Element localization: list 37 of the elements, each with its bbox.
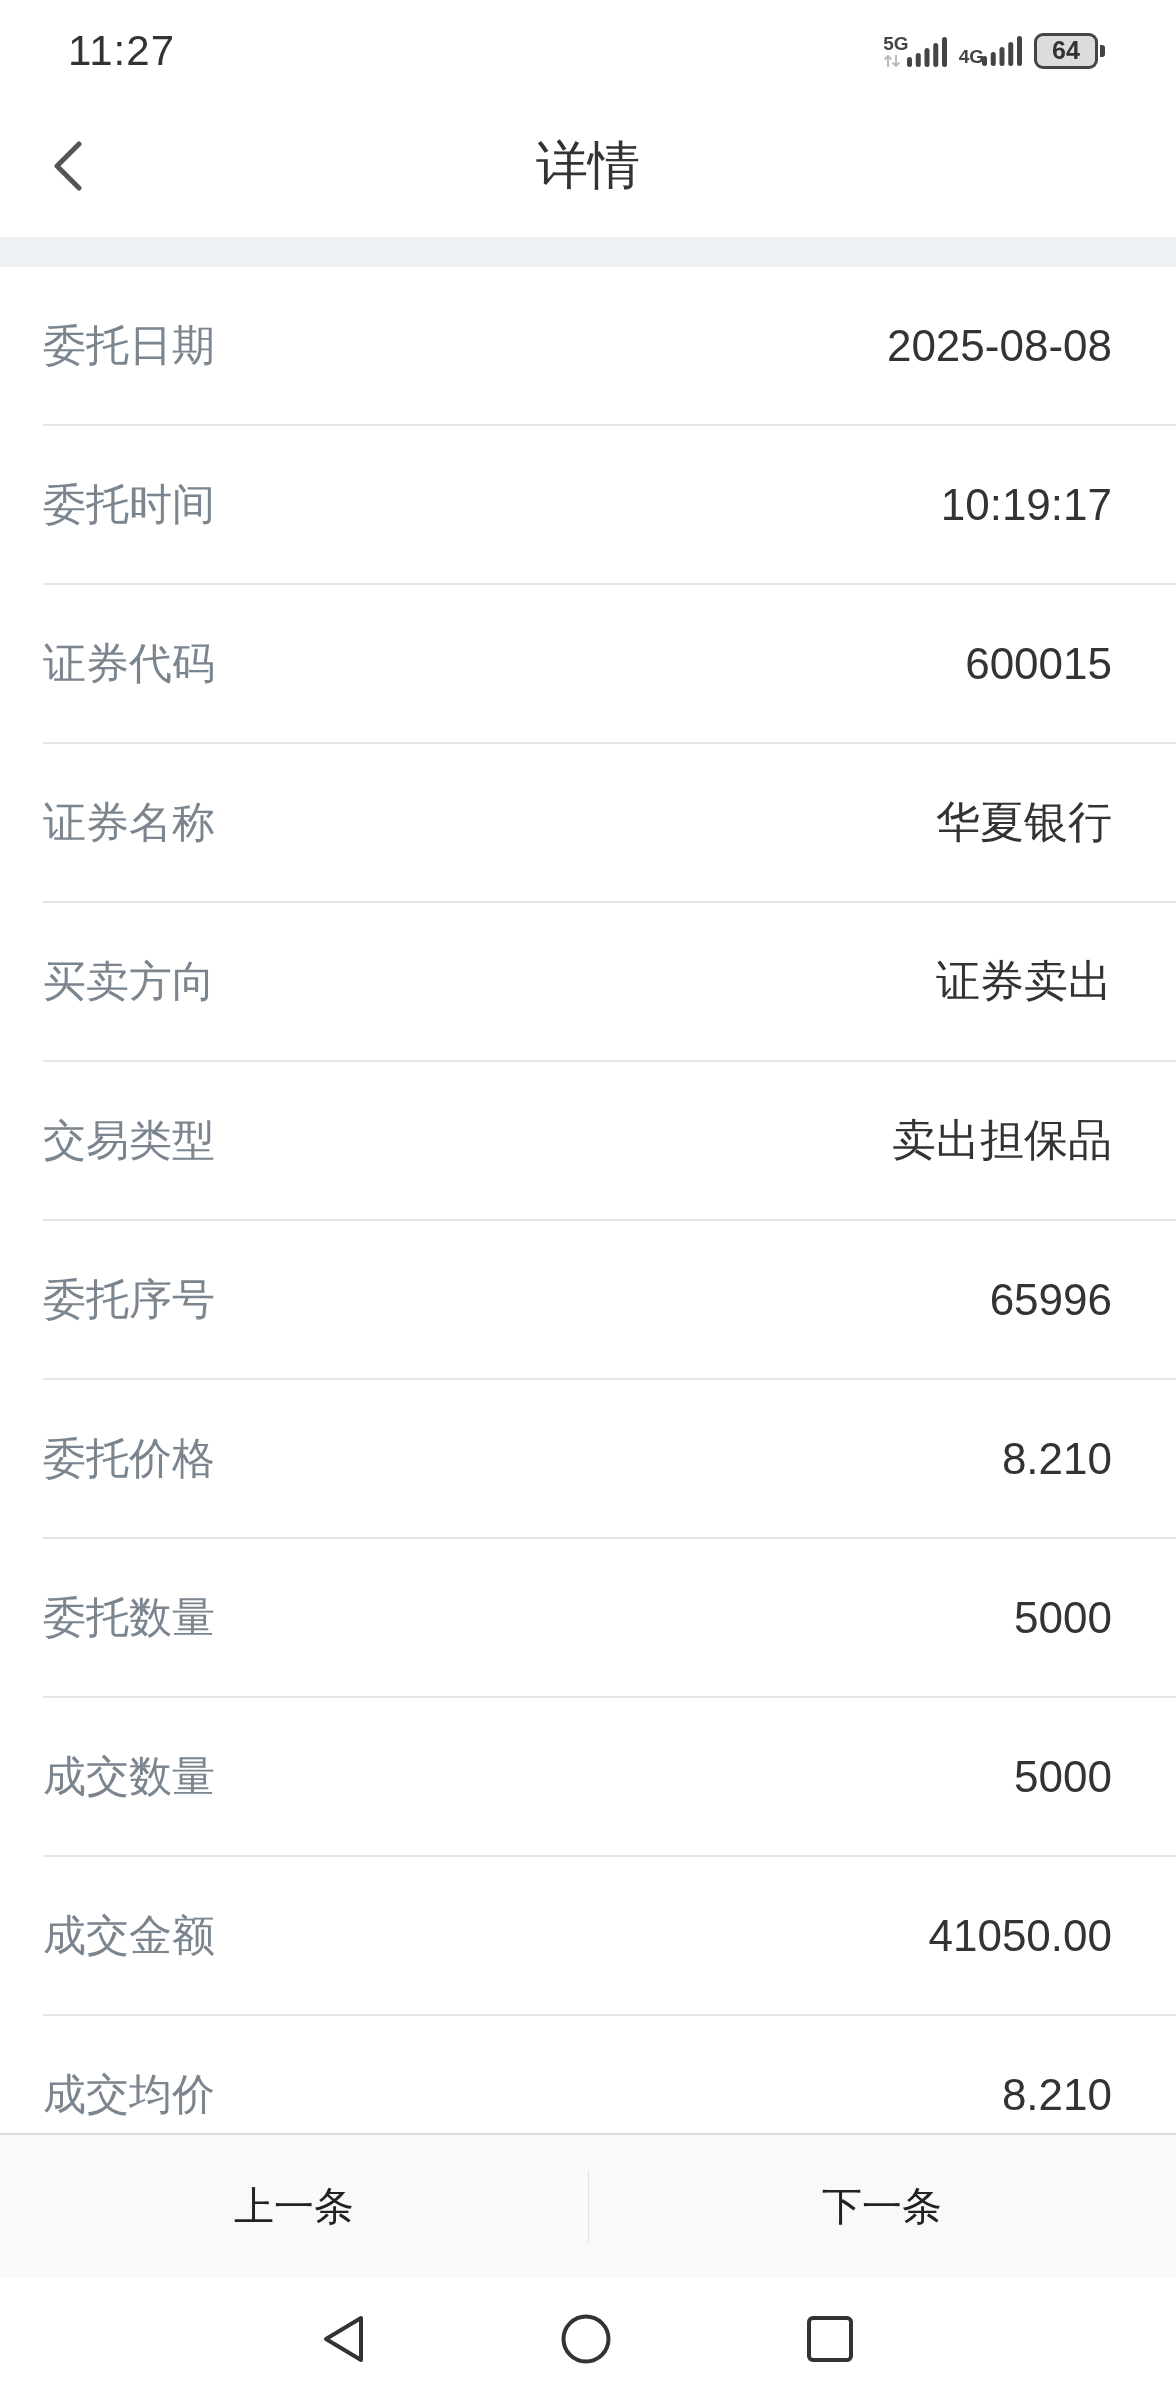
detail-value: 2025-08-08	[886, 320, 1112, 371]
detail-value: 600015	[965, 638, 1112, 689]
previous-button[interactable]: 上一条	[0, 2135, 588, 2278]
battery-indicator: 64	[1034, 32, 1105, 69]
detail-label: 证券代码	[43, 637, 215, 689]
detail-value: 华夏银行	[936, 796, 1112, 848]
detail-value: 41050.00	[928, 1910, 1112, 1961]
detail-value: 5000	[1014, 1592, 1112, 1643]
detail-label: 委托时间	[43, 478, 215, 530]
detail-label: 成交数量	[43, 1750, 215, 1802]
detail-value: 5000	[1014, 1751, 1112, 1802]
back-chevron-icon[interactable]	[53, 141, 83, 191]
detail-value: 8.210	[1001, 1433, 1112, 1484]
status-time: 11:27	[68, 26, 175, 75]
network-type-label: 4G	[958, 47, 984, 66]
detail-label: 成交均价	[43, 2068, 215, 2120]
next-button[interactable]: 下一条	[588, 2135, 1176, 2278]
detail-label: 交易类型	[43, 1114, 215, 1166]
detail-label: 委托日期	[43, 319, 215, 371]
signal-bars-icon	[906, 36, 947, 67]
signal-bars-icon	[982, 35, 1022, 66]
network-type-label: 5G	[883, 34, 909, 53]
detail-label: 委托数量	[43, 1591, 215, 1643]
detail-value: 65996	[989, 1274, 1112, 1325]
page-title: 详情	[536, 135, 640, 196]
detail-label: 委托价格	[43, 1432, 215, 1484]
triangle-back-icon[interactable]	[323, 2315, 365, 2363]
detail-value: 8.210	[1001, 2069, 1112, 2120]
detail-value: 10:19:17	[940, 479, 1112, 530]
detail-label: 买卖方向	[43, 955, 215, 1007]
detail-value: 卖出担保品	[892, 1114, 1112, 1166]
circle-home-icon[interactable]	[561, 2314, 611, 2364]
detail-label: 证券名称	[43, 796, 215, 848]
detail-value: 证券卖出	[936, 955, 1112, 1007]
detail-label: 成交金额	[43, 1909, 215, 1961]
square-recents-icon[interactable]	[807, 2316, 853, 2362]
detail-label: 委托序号	[43, 1273, 215, 1325]
